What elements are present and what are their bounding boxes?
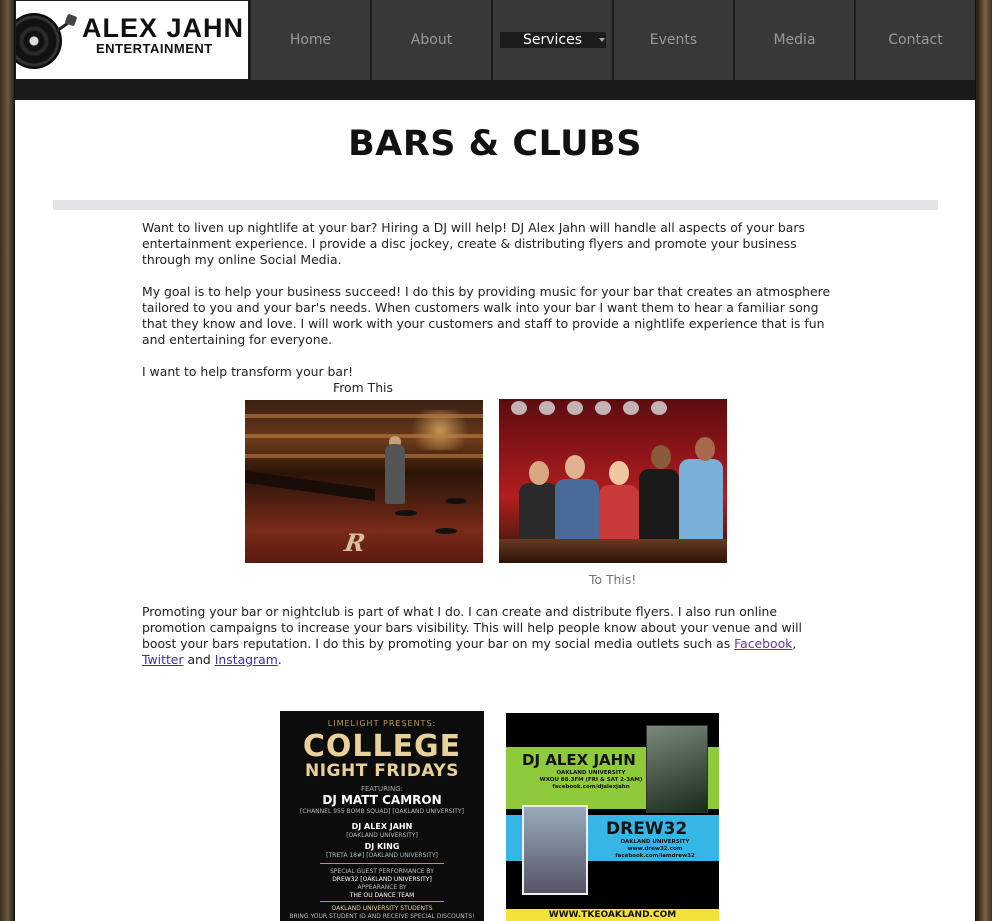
nav-item-about[interactable]: About: [371, 0, 491, 80]
nav-item-events[interactable]: Events: [613, 0, 733, 80]
floor-logo: R: [339, 528, 371, 557]
hanging-glass: [651, 401, 667, 415]
title-divider: [53, 200, 938, 210]
patron-face: [609, 461, 629, 485]
flyer-presents: LIMELIGHT PRESENTS:: [327, 719, 437, 728]
flyer-guest: DREW32 [OAKLAND UNIVERSITY]: [332, 876, 432, 883]
flyer-dj1: DJ MATT CAMRON: [322, 793, 442, 807]
site-header: ALEX JAHN ENTERTAINMENT Home About Servi…: [15, 0, 975, 100]
goal-paragraph: My goal is to help your business succeed…: [142, 284, 831, 347]
flyer-rule: [320, 863, 444, 864]
hanging-glass: [623, 401, 639, 415]
bar-counter: [245, 470, 375, 502]
flyer-dj3: DJ KING: [364, 842, 400, 851]
patron-face: [651, 445, 671, 469]
main-nav: Home About Services Events Media Contact: [250, 0, 976, 80]
to-caption: To This!: [589, 572, 637, 587]
nav-item-label: About: [410, 32, 453, 48]
flyer-rule: [320, 901, 444, 902]
bar-stool: [395, 510, 417, 516]
nav-item-contact[interactable]: Contact: [855, 0, 975, 80]
dj-photo: [646, 725, 708, 813]
bar-after-photo: [499, 399, 727, 563]
flyer-url: WWW.TKEOAKLAND.COM: [548, 910, 677, 920]
flyer-students: OAKLAND UNIVERSITY STUDENTS: [331, 905, 433, 912]
hanging-glass: [567, 401, 583, 415]
vinyl-record-icon: [16, 13, 62, 69]
bar-counter: [499, 539, 727, 563]
patron: [679, 459, 723, 543]
bartender: [385, 444, 405, 504]
flyer-line3: facebook.com/djalexjahn: [552, 784, 630, 790]
instagram-link[interactable]: Instagram: [215, 652, 278, 667]
dj-alex-jahn-flyer: DJ ALEX JAHN OAKLAND UNIVERSITY WXOU 88.…: [506, 713, 719, 921]
flyer-title: COLLEGE: [302, 729, 462, 764]
from-caption: From This: [333, 380, 393, 395]
twitter-link[interactable]: Twitter: [142, 652, 184, 667]
nav-item-label: Media: [773, 32, 816, 48]
patron: [599, 485, 639, 543]
flyer-line5: www.drew32.com: [627, 846, 683, 852]
bottle-shelf: [245, 414, 483, 418]
patron: [639, 469, 679, 543]
and-text: and: [187, 652, 211, 667]
nav-item-home[interactable]: Home: [250, 0, 370, 80]
intro-paragraph: Want to liven up nightlife at your bar? …: [142, 220, 805, 267]
patron-face: [565, 455, 585, 479]
flyer-line4: OAKLAND UNIVERSITY: [620, 839, 690, 845]
nav-item-label: Home: [289, 32, 332, 48]
flyer-dj1-sub: [CHANNEL 955 BOMB SQUAD] [OAKLAND UNIVER…: [300, 808, 464, 815]
flyer-guest-note: SPECIAL GUEST PERFORMANCE BY: [330, 868, 434, 875]
bar-stool: [445, 498, 467, 504]
flyer-subtitle: NIGHT FRIDAYS: [305, 761, 459, 781]
nav-item-label: Events: [649, 32, 698, 48]
flyer-dj3-sub: [TRETA 18#] [OAKLAND UNIVERSITY]: [326, 852, 438, 859]
flyer-featuring: FEATURING:: [360, 785, 404, 793]
hanging-glass: [595, 401, 611, 415]
logo-subtitle: ENTERTAINMENT: [96, 41, 213, 56]
flyer-students-sub: BRING YOUR STUDENT ID AND RECEIVE SPECIA…: [289, 913, 475, 920]
flyer-line6: facebook.com/iamdrew32: [615, 853, 695, 859]
page-title: BARS & CLUBS: [348, 124, 642, 164]
nav-item-media[interactable]: Media: [734, 0, 854, 80]
promo-paragraph: Promoting your bar or nightclub is part …: [142, 604, 802, 667]
college-night-flyer: LIMELIGHT PRESENTS: COLLEGE NIGHT FRIDAY…: [280, 711, 484, 921]
site-logo[interactable]: ALEX JAHN ENTERTAINMENT: [16, 1, 248, 79]
caret-down-icon[interactable]: [599, 38, 605, 42]
promo-text: Promoting your bar or nightclub is part …: [142, 604, 802, 651]
patron: [519, 483, 559, 543]
flyer-appearance: APPEARANCE BY: [357, 884, 407, 891]
bottle-shelf: [245, 454, 483, 458]
bar-before-photo: R: [245, 400, 483, 563]
page-container: ALEX JAHN ENTERTAINMENT Home About Servi…: [14, 0, 976, 921]
bottle-shelf: [245, 434, 483, 438]
patron-face: [695, 437, 715, 461]
patron-face: [529, 461, 549, 485]
flyer-dj2: DJ ALEX JAHN: [351, 822, 413, 831]
flyer-name-dj: DJ ALEX JAHN: [522, 751, 636, 769]
nav-item-label: Services: [499, 32, 606, 48]
facebook-link[interactable]: Facebook: [734, 636, 792, 651]
flyer-name-drew: DREW32: [606, 819, 688, 839]
flyer-team: THE OU DANCE TEAM: [349, 892, 415, 899]
flyer-line1: OAKLAND UNIVERSITY: [556, 770, 626, 776]
transform-text: I want to help transform your bar!: [142, 364, 354, 379]
hanging-glass: [539, 401, 555, 415]
nav-item-services[interactable]: Services: [492, 0, 612, 80]
drew-photo: [522, 805, 588, 895]
flyer-line2: WXOU 88.3FM (FRI & SAT 2-3AM): [539, 777, 643, 783]
nav-item-label: Contact: [888, 32, 943, 48]
flyer-dj2-sub: [OAKLAND UNIVERSITY]: [346, 832, 418, 839]
hanging-glass: [511, 401, 527, 415]
logo-title: ALEX JAHN: [82, 13, 245, 43]
bar-stool: [435, 528, 457, 534]
patron: [555, 479, 599, 543]
